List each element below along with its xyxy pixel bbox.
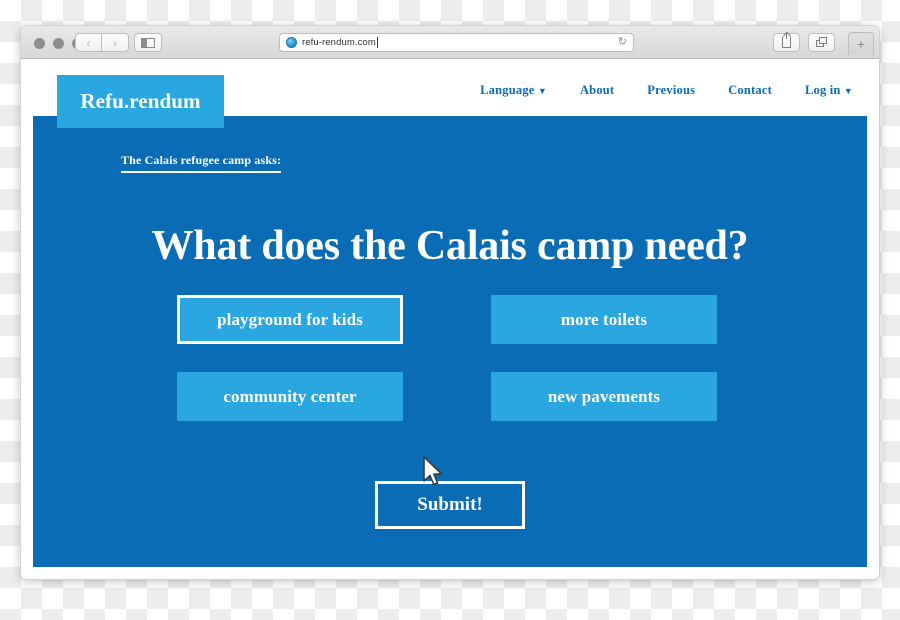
- nav-item-contact[interactable]: Contact: [728, 83, 772, 98]
- address-bar[interactable]: refu-rendum.com ↻: [279, 33, 634, 52]
- option-label: community center: [223, 386, 357, 406]
- back-icon: ‹: [86, 35, 91, 50]
- nav-item-log-in[interactable]: Log in ▼: [805, 83, 853, 98]
- nav-item-about[interactable]: About: [580, 83, 614, 98]
- show-tabs-button[interactable]: [808, 33, 835, 52]
- nav-item-previous[interactable]: Previous: [647, 83, 695, 98]
- option-more-toilets[interactable]: more toilets: [491, 295, 717, 344]
- nav-label-log-in: Log in: [804, 83, 841, 97]
- submit-button[interactable]: Submit!: [375, 481, 525, 529]
- plus-icon: +: [856, 36, 866, 52]
- page-viewport: Language ▼ About Previous Contact Log in: [21, 59, 879, 579]
- new-tab-button[interactable]: +: [848, 32, 874, 55]
- nav-label-about: About: [579, 83, 615, 97]
- forward-icon: ›: [113, 35, 117, 50]
- website-root: Language ▼ About Previous Contact Log in: [33, 71, 867, 567]
- submit-button-label: Submit!: [417, 494, 483, 515]
- option-label: new pavements: [547, 386, 661, 406]
- main-navigation: Language ▼ About Previous Contact Log in: [480, 83, 853, 98]
- option-label: more toilets: [560, 309, 648, 329]
- reload-icon[interactable]: ↻: [618, 37, 627, 48]
- sidebar-toggle-button[interactable]: [134, 33, 162, 52]
- option-community-center[interactable]: community center: [177, 372, 403, 421]
- submit-area: Submit!: [375, 481, 525, 529]
- tagline: The Calais refugee camp asks:: [121, 153, 282, 173]
- back-button[interactable]: ‹: [75, 33, 102, 52]
- minimize-window-button[interactable]: [53, 38, 64, 49]
- site-logo[interactable]: Refu.rendum: [57, 75, 224, 128]
- browser-window: ‹ › refu-rendum.com ↻ + Language ▼ About…: [20, 25, 880, 580]
- share-icon: [782, 32, 791, 48]
- nav-label-previous: Previous: [647, 83, 696, 97]
- toolbar-right-buttons: [773, 32, 835, 52]
- option-playground-for-kids[interactable]: playground for kids: [177, 295, 403, 344]
- page-title: What does the Calais camp need?: [151, 223, 749, 270]
- poll-options: playground for kids more toilets communi…: [177, 295, 717, 421]
- option-label: playground for kids: [217, 309, 363, 329]
- browser-titlebar: ‹ › refu-rendum.com ↻ +: [21, 26, 879, 59]
- site-body: The Calais refugee camp asks: What does …: [33, 116, 867, 567]
- navigation-buttons: ‹ ›: [75, 33, 129, 52]
- nav-label-contact: Contact: [728, 83, 772, 97]
- chevron-down-icon: ▼: [843, 86, 853, 96]
- url-text: refu-rendum.com: [302, 37, 376, 48]
- nav-label-language: Language: [480, 83, 535, 97]
- text-caret: [376, 37, 378, 48]
- tabs-icon: [815, 37, 828, 48]
- sidebar-icon: [141, 37, 155, 48]
- share-button[interactable]: [773, 32, 800, 52]
- site-logo-text: Refu.rendum: [80, 89, 201, 113]
- chevron-down-icon: ▼: [537, 86, 547, 96]
- forward-button[interactable]: ›: [102, 33, 129, 52]
- option-new-pavements[interactable]: new pavements: [491, 372, 717, 421]
- globe-icon: [286, 37, 297, 48]
- nav-item-language[interactable]: Language ▼: [480, 83, 547, 98]
- close-window-button[interactable]: [34, 38, 45, 49]
